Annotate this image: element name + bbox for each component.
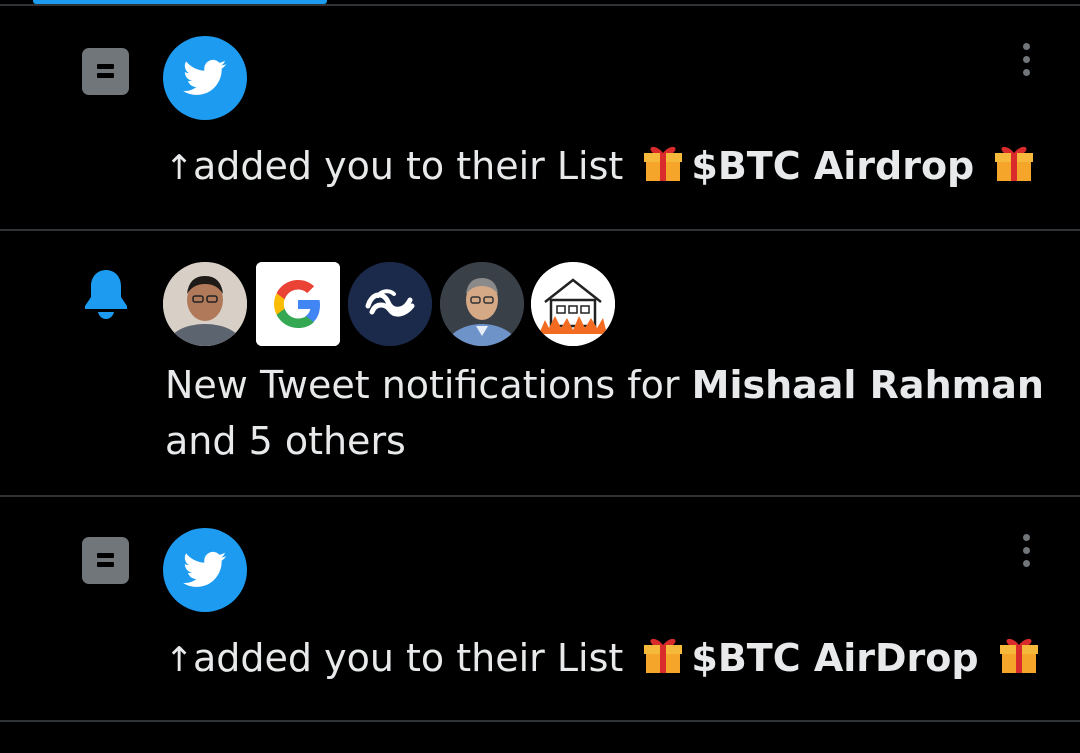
more-vertical-icon[interactable]: [1016, 40, 1036, 80]
notification-action-text: added you to their List: [193, 144, 624, 188]
gift-emoji: [997, 633, 1041, 677]
person-avatar[interactable]: [440, 262, 524, 346]
list-icon: [82, 48, 129, 95]
notification-text: ↑added you to their List $BTC AirDrop: [165, 630, 1047, 688]
notifications-screen: ↑added you to their List $BTC Airdrop Ne…: [0, 0, 1080, 753]
divider: [0, 720, 1080, 722]
list-name[interactable]: $BTC Airdrop: [691, 144, 974, 188]
google-logo-avatar[interactable]: [256, 262, 340, 346]
house-fire-avatar[interactable]: [531, 262, 615, 346]
more-vertical-icon[interactable]: [1016, 531, 1036, 571]
notification-text: ↑added you to their List $BTC Airdrop: [165, 138, 1042, 196]
gift-emoji: [992, 141, 1036, 185]
bell-icon: [85, 270, 127, 319]
nebula-logo-avatar[interactable]: [348, 262, 432, 346]
person-avatar[interactable]: [163, 262, 247, 346]
user-name-link[interactable]: Mishaal Rahman: [692, 363, 1044, 407]
notification-action-text: added you to their List: [193, 636, 624, 680]
gift-emoji: [641, 633, 685, 677]
list-icon: [82, 537, 129, 584]
list-name[interactable]: $BTC AirDrop: [691, 636, 978, 680]
twitter-bird-icon[interactable]: [163, 528, 247, 612]
notification-prefix-text: New Tweet notifications for: [165, 363, 680, 407]
gift-emoji: [641, 141, 685, 185]
new-tweets-notification[interactable]: New Tweet notifications for Mishaal Rahm…: [0, 231, 1080, 495]
notification-suffix-text: and 5 others: [165, 419, 406, 463]
notification-text: New Tweet notifications for Mishaal Rahm…: [165, 357, 1044, 469]
list-add-notification[interactable]: ↑added you to their List $BTC AirDrop: [0, 497, 1080, 720]
twitter-bird-icon[interactable]: [163, 36, 247, 120]
arrow-up-icon: ↑: [165, 640, 194, 680]
arrow-up-icon: ↑: [165, 148, 194, 188]
list-add-notification[interactable]: ↑added you to their List $BTC Airdrop: [0, 6, 1080, 229]
